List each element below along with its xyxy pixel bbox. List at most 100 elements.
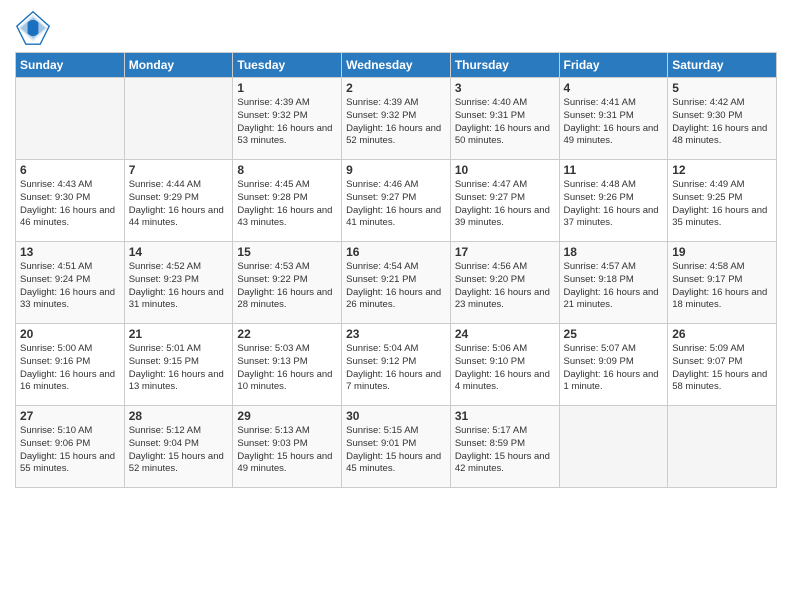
day-info: Sunrise: 5:00 AM Sunset: 9:16 PM Dayligh… [20,343,120,394]
calendar-cell: 2 Sunrise: 4:39 AM Sunset: 9:32 PM Daylig… [342,78,451,160]
calendar-cell: 14 Sunrise: 4:52 AM Sunset: 9:23 PM Dayli… [124,242,233,324]
day-info: Sunrise: 4:41 AM Sunset: 9:31 PM Dayligh… [564,97,664,148]
day-info: Sunrise: 4:39 AM Sunset: 9:32 PM Dayligh… [346,97,446,148]
weekday-header: Tuesday [233,53,342,78]
weekday-header: Wednesday [342,53,451,78]
day-number: 30 [346,409,446,423]
calendar-cell: 4Sunrise: 4:41 AM Sunset: 9:31 PM Daylig… [559,78,668,160]
calendar-cell: 7 Sunrise: 4:44 AM Sunset: 9:29 PM Daylig… [124,160,233,242]
day-info: Sunrise: 4:45 AM Sunset: 9:28 PM Dayligh… [237,179,337,230]
day-info: Sunrise: 4:58 AM Sunset: 9:17 PM Dayligh… [672,261,772,312]
day-number: 13 [20,245,120,259]
day-info: Sunrise: 4:57 AM Sunset: 9:18 PM Dayligh… [564,261,664,312]
calendar-week-row: 1 Sunrise: 4:39 AM Sunset: 9:32 PM Daylig… [16,78,777,160]
calendar-week-row: 13 Sunrise: 4:51 AM Sunset: 9:24 PM Dayli… [16,242,777,324]
day-info: Sunrise: 4:46 AM Sunset: 9:27 PM Dayligh… [346,179,446,230]
day-info: Sunrise: 4:44 AM Sunset: 9:29 PM Dayligh… [129,179,229,230]
day-number: 14 [129,245,229,259]
day-number: 11 [564,163,664,177]
day-info: Sunrise: 5:15 AM Sunset: 9:01 PM Dayligh… [346,425,446,476]
day-number: 9 [346,163,446,177]
day-number: 21 [129,327,229,341]
calendar-week-row: 6 Sunrise: 4:43 AM Sunset: 9:30 PM Daylig… [16,160,777,242]
day-number: 8 [237,163,337,177]
page: SundayMondayTuesdayWednesdayThursdayFrid… [0,0,792,612]
day-number: 18 [564,245,664,259]
day-info: Sunrise: 5:13 AM Sunset: 9:03 PM Dayligh… [237,425,337,476]
calendar-cell: 19 Sunrise: 4:58 AM Sunset: 9:17 PM Dayli… [668,242,777,324]
day-number: 26 [672,327,772,341]
day-info: Sunrise: 4:56 AM Sunset: 9:20 PM Dayligh… [455,261,555,312]
calendar-cell: 16 Sunrise: 4:54 AM Sunset: 9:21 PM Dayli… [342,242,451,324]
day-info: Sunrise: 4:42 AM Sunset: 9:30 PM Dayligh… [672,97,772,148]
day-info: Sunrise: 5:03 AM Sunset: 9:13 PM Dayligh… [237,343,337,394]
day-number: 3 [455,81,555,95]
day-info: Sunrise: 4:40 AM Sunset: 9:31 PM Dayligh… [455,97,555,148]
day-number: 17 [455,245,555,259]
calendar-cell: 25 Sunrise: 5:07 AM Sunset: 9:09 PM Dayli… [559,324,668,406]
day-number: 25 [564,327,664,341]
day-number: 27 [20,409,120,423]
day-number: 20 [20,327,120,341]
day-number: 5 [672,81,772,95]
calendar-cell [668,406,777,488]
day-number: 29 [237,409,337,423]
calendar-week-row: 20 Sunrise: 5:00 AM Sunset: 9:16 PM Dayli… [16,324,777,406]
day-info: Sunrise: 5:01 AM Sunset: 9:15 PM Dayligh… [129,343,229,394]
day-number: 16 [346,245,446,259]
calendar-cell [16,78,125,160]
calendar-cell: 26 Sunrise: 5:09 AM Sunset: 9:07 PM Dayli… [668,324,777,406]
calendar-week-row: 27 Sunrise: 5:10 AM Sunset: 9:06 PM Dayli… [16,406,777,488]
calendar-table: SundayMondayTuesdayWednesdayThursdayFrid… [15,52,777,488]
calendar-cell: 28Sunrise: 5:12 AM Sunset: 9:04 PM Dayli… [124,406,233,488]
day-info: Sunrise: 5:09 AM Sunset: 9:07 PM Dayligh… [672,343,772,394]
day-number: 10 [455,163,555,177]
day-number: 2 [346,81,446,95]
calendar-cell: 21 Sunrise: 5:01 AM Sunset: 9:15 PM Dayli… [124,324,233,406]
day-info: Sunrise: 4:52 AM Sunset: 9:23 PM Dayligh… [129,261,229,312]
calendar-cell: 3 Sunrise: 4:40 AM Sunset: 9:31 PM Daylig… [450,78,559,160]
day-info: Sunrise: 5:10 AM Sunset: 9:06 PM Dayligh… [20,425,120,476]
day-number: 6 [20,163,120,177]
calendar-cell: 10 Sunrise: 4:47 AM Sunset: 9:27 PM Dayli… [450,160,559,242]
weekday-header: Friday [559,53,668,78]
logo [15,10,55,46]
day-info: Sunrise: 5:12 AM Sunset: 9:04 PM Dayligh… [129,425,229,476]
day-number: 12 [672,163,772,177]
day-info: Sunrise: 4:39 AM Sunset: 9:32 PM Dayligh… [237,97,337,148]
day-info: Sunrise: 5:17 AM Sunset: 8:59 PM Dayligh… [455,425,555,476]
calendar-cell: 8 Sunrise: 4:45 AM Sunset: 9:28 PM Daylig… [233,160,342,242]
day-number: 22 [237,327,337,341]
weekday-header: Saturday [668,53,777,78]
day-number: 15 [237,245,337,259]
day-number: 31 [455,409,555,423]
day-number: 7 [129,163,229,177]
weekday-header: Thursday [450,53,559,78]
day-info: Sunrise: 4:53 AM Sunset: 9:22 PM Dayligh… [237,261,337,312]
calendar-cell [559,406,668,488]
calendar-cell [124,78,233,160]
calendar-cell: 13 Sunrise: 4:51 AM Sunset: 9:24 PM Dayli… [16,242,125,324]
day-info: Sunrise: 4:54 AM Sunset: 9:21 PM Dayligh… [346,261,446,312]
calendar-cell: 29 Sunrise: 5:13 AM Sunset: 9:03 PM Dayli… [233,406,342,488]
calendar-cell: 17 Sunrise: 4:56 AM Sunset: 9:20 PM Dayli… [450,242,559,324]
day-info: Sunrise: 4:43 AM Sunset: 9:30 PM Dayligh… [20,179,120,230]
logo-icon [15,10,51,46]
day-info: Sunrise: 4:47 AM Sunset: 9:27 PM Dayligh… [455,179,555,230]
calendar-cell: 23 Sunrise: 5:04 AM Sunset: 9:12 PM Dayli… [342,324,451,406]
day-info: Sunrise: 5:07 AM Sunset: 9:09 PM Dayligh… [564,343,664,394]
calendar-cell: 22 Sunrise: 5:03 AM Sunset: 9:13 PM Dayli… [233,324,342,406]
day-info: Sunrise: 4:51 AM Sunset: 9:24 PM Dayligh… [20,261,120,312]
day-info: Sunrise: 5:04 AM Sunset: 9:12 PM Dayligh… [346,343,446,394]
day-number: 1 [237,81,337,95]
day-number: 23 [346,327,446,341]
calendar-cell: 12Sunrise: 4:49 AM Sunset: 9:25 PM Dayli… [668,160,777,242]
calendar-cell: 5 Sunrise: 4:42 AM Sunset: 9:30 PM Daylig… [668,78,777,160]
calendar-cell: 24Sunrise: 5:06 AM Sunset: 9:10 PM Dayli… [450,324,559,406]
day-number: 19 [672,245,772,259]
calendar-cell: 15 Sunrise: 4:53 AM Sunset: 9:22 PM Dayli… [233,242,342,324]
calendar-cell: 11Sunrise: 4:48 AM Sunset: 9:26 PM Dayli… [559,160,668,242]
calendar-cell: 20 Sunrise: 5:00 AM Sunset: 9:16 PM Dayli… [16,324,125,406]
calendar-cell: 9 Sunrise: 4:46 AM Sunset: 9:27 PM Daylig… [342,160,451,242]
calendar-header-row: SundayMondayTuesdayWednesdayThursdayFrid… [16,53,777,78]
